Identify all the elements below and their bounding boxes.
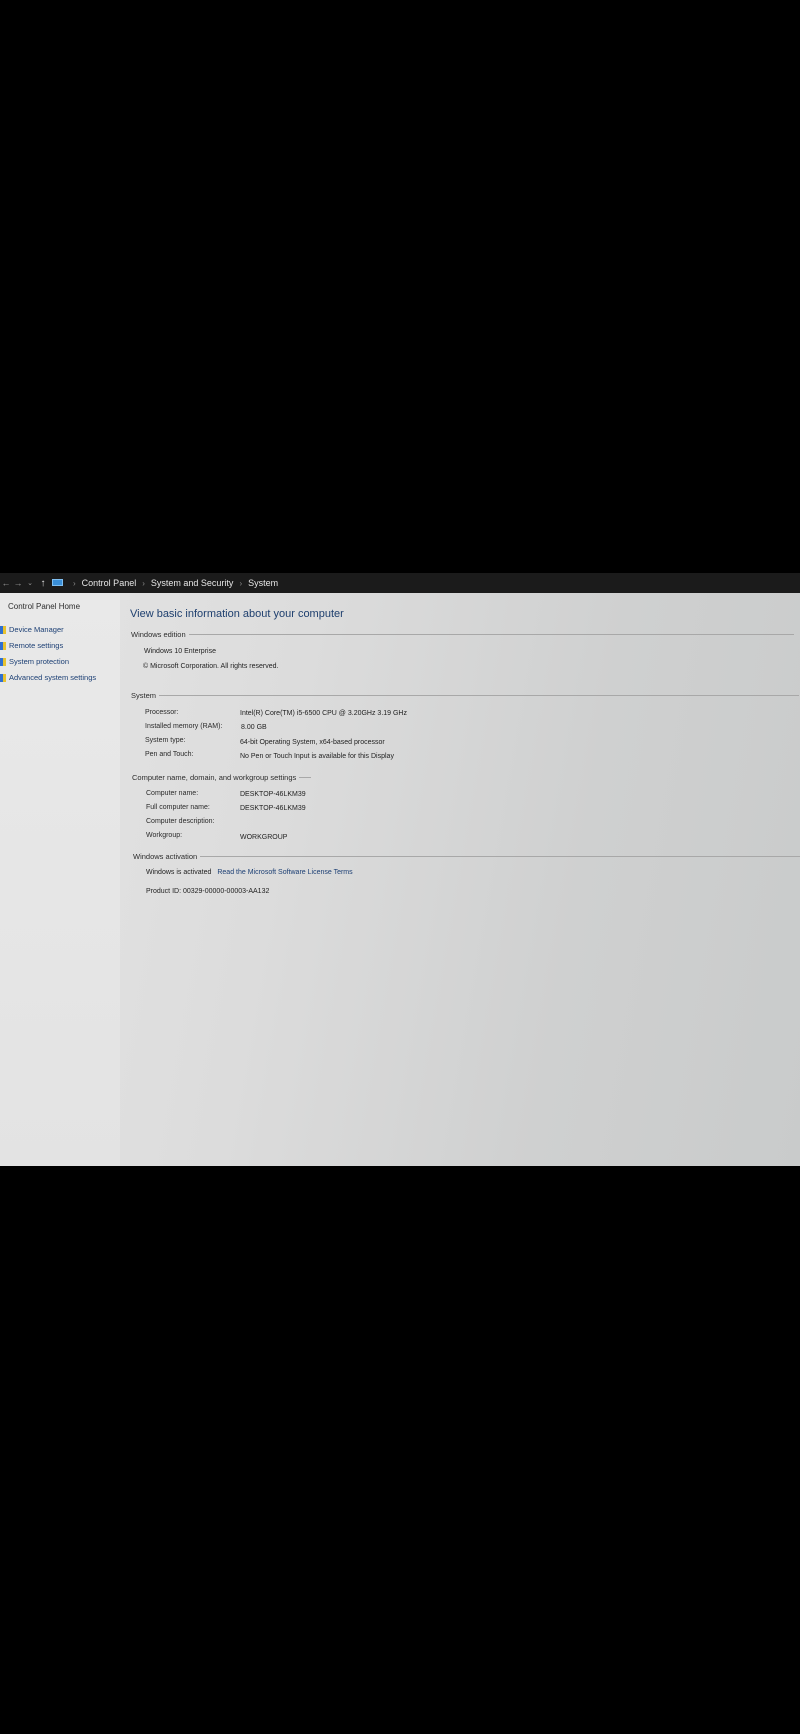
full-computer-name-label: Full computer name: bbox=[146, 804, 210, 811]
page-title: View basic information about your comput… bbox=[130, 608, 344, 620]
pen-touch-value: No Pen or Touch Input is available for t… bbox=[240, 753, 394, 760]
forward-arrow-icon[interactable]: → bbox=[12, 578, 24, 588]
system-type-label: System type: bbox=[145, 737, 186, 744]
workgroup-label: Workgroup: bbox=[146, 832, 183, 839]
windows-edition-value: Windows 10 Enterprise bbox=[144, 648, 216, 655]
product-id: Product ID: 00329-00000-00003-AA132 bbox=[146, 888, 270, 895]
pen-touch-label: Pen and Touch: bbox=[145, 751, 194, 758]
windows-edition-section: Windows edition bbox=[131, 630, 794, 639]
processor-value: Intel(R) Core(TM) i5-6500 CPU @ 3.20GHz … bbox=[240, 710, 407, 717]
breadcrumb-system[interactable]: System bbox=[248, 578, 278, 588]
windows-activation-section: Windows activation bbox=[133, 852, 800, 861]
activation-status: Windows is activated bbox=[146, 869, 212, 876]
address-bar: ← → ⌄ ↑ › Control Panel › System and Sec… bbox=[0, 573, 800, 593]
section-divider bbox=[200, 856, 800, 857]
photo-frame: ← → ⌄ ↑ › Control Panel › System and Sec… bbox=[0, 0, 800, 1734]
recent-locations-chevron-icon[interactable]: ⌄ bbox=[24, 579, 36, 587]
breadcrumb-separator-icon: › bbox=[239, 578, 243, 588]
breadcrumb-system-and-security[interactable]: System and Security bbox=[151, 578, 234, 588]
section-heading: Windows edition bbox=[131, 630, 186, 639]
workgroup-value: WORKGROUP bbox=[240, 834, 288, 841]
up-arrow-icon[interactable]: ↑ bbox=[36, 578, 50, 589]
system-window: Control Panel Home Device Manager Remote… bbox=[0, 593, 800, 1166]
section-heading: System bbox=[131, 691, 157, 700]
section-divider bbox=[159, 695, 800, 696]
section-heading: Computer name, domain, and workgroup set… bbox=[132, 773, 297, 782]
section-divider bbox=[299, 777, 312, 778]
system-type-value: 64-bit Operating System, x64-based proce… bbox=[240, 739, 385, 746]
back-arrow-icon[interactable]: ← bbox=[0, 578, 12, 588]
section-divider bbox=[188, 634, 794, 635]
full-computer-name-value: DESKTOP-46LKM39 bbox=[240, 805, 306, 812]
computer-name-section: Computer name, domain, and workgroup set… bbox=[132, 773, 312, 782]
breadcrumb-control-panel[interactable]: Control Panel bbox=[82, 578, 137, 588]
system-section: System bbox=[131, 691, 800, 700]
license-terms-link[interactable]: Read the Microsoft Software License Term… bbox=[217, 869, 352, 876]
processor-label: Processor: bbox=[145, 709, 179, 716]
activation-status-row: Windows is activated Read the Microsoft … bbox=[146, 869, 353, 876]
computer-name-label: Computer name: bbox=[146, 790, 199, 797]
main-content: View basic information about your comput… bbox=[0, 593, 800, 1166]
computer-name-value: DESKTOP-46LKM39 bbox=[240, 791, 306, 798]
ram-value: 8.00 GB bbox=[241, 724, 267, 731]
computer-icon bbox=[52, 579, 63, 587]
ram-label: Installed memory (RAM): bbox=[145, 723, 223, 730]
copyright-text: © Microsoft Corporation. All rights rese… bbox=[143, 663, 279, 670]
computer-description-label: Computer description: bbox=[146, 818, 215, 825]
section-heading: Windows activation bbox=[133, 852, 198, 861]
breadcrumb-separator-icon: › bbox=[73, 578, 76, 588]
breadcrumb-separator-icon: › bbox=[142, 578, 145, 588]
